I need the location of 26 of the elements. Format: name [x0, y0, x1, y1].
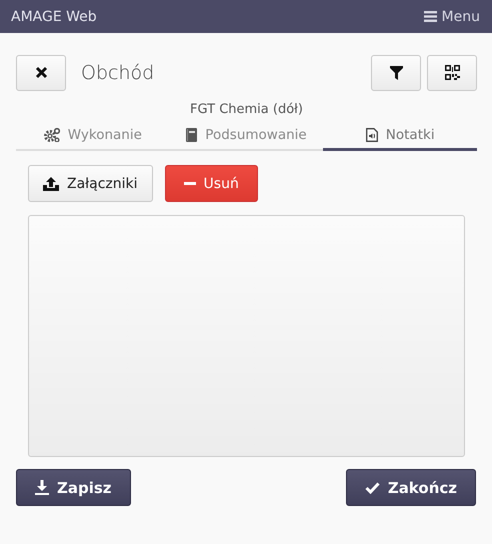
- attachments-button[interactable]: Załączniki: [28, 165, 153, 202]
- gears-icon: [44, 128, 60, 142]
- notes-field[interactable]: [28, 215, 465, 457]
- delete-button[interactable]: Usuń: [164, 165, 258, 202]
- tab[interactable]: Podsumowanie: [170, 121, 324, 151]
- app-title: AMAGE Web: [11, 8, 97, 24]
- tab[interactable]: Wykonanie: [16, 121, 170, 151]
- qr-code-button[interactable]: [427, 54, 477, 90]
- tab[interactable]: Notatki: [323, 121, 478, 151]
- close-icon: [34, 66, 48, 79]
- filter-icon: [390, 66, 402, 80]
- upload-icon: [43, 176, 59, 190]
- check-icon: [364, 482, 380, 494]
- location-subtitle: FGT Chemia (dół): [189, 102, 304, 117]
- qr-code-icon: [444, 65, 460, 80]
- minus-icon: [184, 182, 196, 185]
- download-icon: [35, 480, 49, 495]
- menu-button[interactable]: Menu: [424, 8, 480, 24]
- close-button[interactable]: [16, 54, 66, 90]
- notebook-icon: [186, 128, 198, 142]
- save-button[interactable]: Zapisz: [16, 469, 131, 506]
- menu-icon: [424, 11, 437, 22]
- finish-button[interactable]: Zakończ: [346, 469, 476, 506]
- page-title: Obchód: [81, 62, 154, 84]
- filter-button[interactable]: [371, 54, 421, 90]
- audio-file-icon: [366, 128, 378, 142]
